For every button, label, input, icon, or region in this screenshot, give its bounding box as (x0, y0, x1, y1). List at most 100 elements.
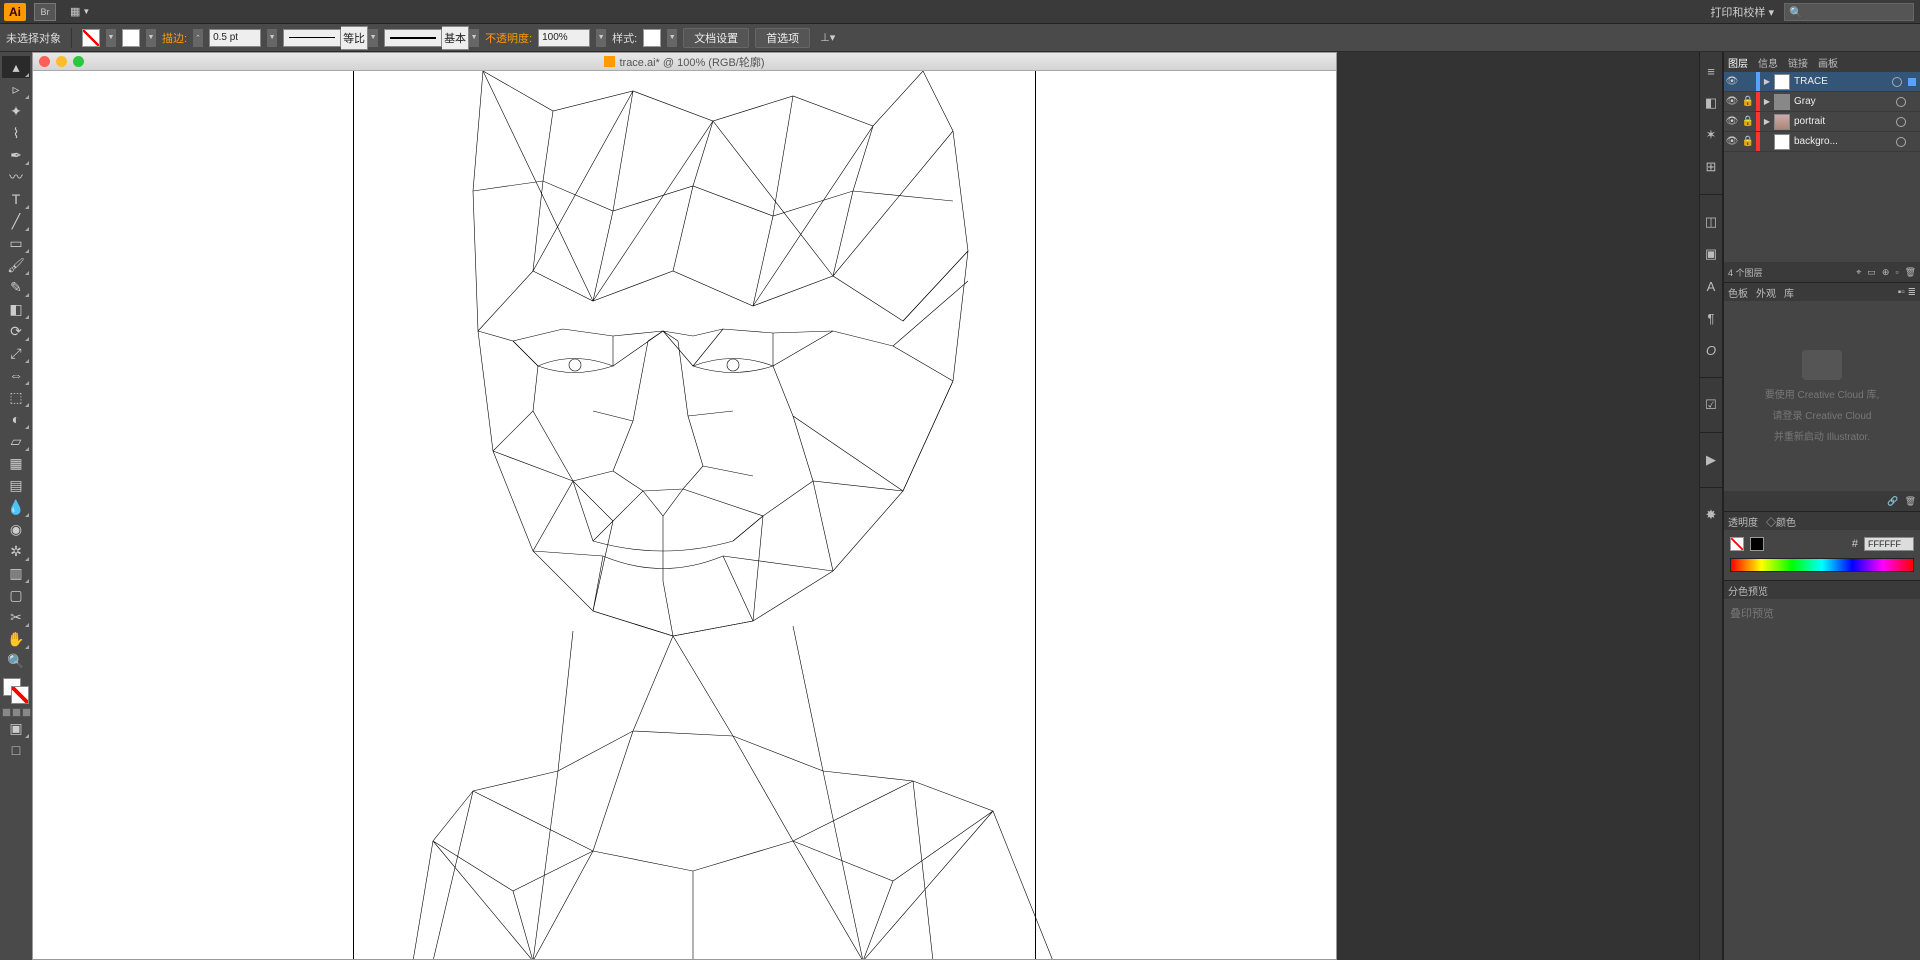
symbol-sprayer-tool[interactable]: ✲ (2, 540, 30, 562)
free-transform-tool[interactable]: ⬚ (2, 386, 30, 408)
panel-icon-check[interactable]: ☑ (1702, 396, 1720, 414)
stroke-swatch-dropdown[interactable]: ▼ (146, 29, 156, 47)
gradient-tool[interactable]: ▤ (2, 474, 30, 496)
swatch-panel-tabs[interactable]: 色板 外观 库 ▪▫ ≣ (1724, 283, 1920, 301)
type-tool[interactable]: T (2, 188, 30, 210)
tab-transparency[interactable]: 透明度 (1728, 514, 1758, 529)
rotate-tool[interactable]: ⟳ (2, 320, 30, 342)
lock-toggle[interactable]: 🔒 (1740, 116, 1756, 127)
layer-row-gray[interactable]: 👁 🔒 ▶ Gray (1724, 92, 1920, 112)
fill-swatch[interactable] (82, 29, 100, 47)
panel-icon-play[interactable]: ▶ (1702, 451, 1720, 469)
change-screen-mode[interactable]: □ (2, 739, 30, 761)
zoom-tool[interactable]: 🔍 (2, 650, 30, 672)
scale-tool[interactable]: ⤢ (2, 342, 30, 364)
paragraph-panel-icon[interactable]: ¶ (1702, 309, 1720, 327)
lib-link-icon[interactable]: 🔗 (1887, 496, 1898, 507)
stroke-weight-input[interactable]: 0.5 pt (209, 29, 261, 47)
target-icon[interactable] (1896, 97, 1906, 107)
fill-dropdown[interactable]: ▼ (106, 29, 116, 47)
panel-icon-5[interactable]: ◫ (1702, 213, 1720, 231)
bridge-icon[interactable]: Br (34, 3, 56, 21)
panel-icon-3[interactable]: ✶ (1702, 126, 1720, 144)
artboard-tool[interactable]: ▢ (2, 584, 30, 606)
tab-color[interactable]: ◇颜色 (1766, 514, 1796, 529)
lasso-tool[interactable]: ⌇ (2, 122, 30, 144)
preferences-button[interactable]: 首选项 (755, 28, 810, 48)
disclosure-icon[interactable]: ▶ (1760, 97, 1774, 106)
type-panel-icon[interactable]: A (1702, 277, 1720, 295)
magic-wand-tool[interactable]: ✦ (2, 100, 30, 122)
new-sublayer-icon[interactable]: ⊕ (1882, 267, 1890, 278)
workspace-switcher[interactable]: 打印和校样 ▾ (1706, 2, 1778, 22)
stroke-profile[interactable] (283, 29, 341, 47)
disclosure-icon[interactable]: ▶ (1760, 77, 1774, 86)
line-tool[interactable]: ╱ (2, 210, 30, 232)
direct-selection-tool[interactable]: ▹ (2, 78, 30, 100)
hex-input[interactable]: FFFFFF (1864, 537, 1914, 551)
opacity-input[interactable]: 100% (538, 29, 590, 47)
brush-dropdown[interactable]: ▼ (469, 29, 479, 47)
panel-icon-2[interactable]: ◧ (1702, 94, 1720, 112)
pencil-tool[interactable]: ✎ (2, 276, 30, 298)
color-spectrum[interactable] (1730, 558, 1914, 572)
layer-row-background[interactable]: 👁 🔒 backgro... (1724, 132, 1920, 152)
panel-icon-4[interactable]: ⊞ (1702, 158, 1720, 176)
stroke-weight-dropdown[interactable]: ▼ (267, 29, 277, 47)
stroke-weight-down[interactable]: ⌃ (193, 29, 203, 47)
tab-swatches[interactable]: 色板 (1728, 285, 1748, 300)
color-fill-swatch[interactable] (1730, 537, 1744, 551)
window-close-button[interactable] (39, 56, 50, 67)
selection-tool[interactable]: ▴ (2, 56, 30, 78)
paintbrush-tool[interactable]: 🖌 (2, 254, 30, 276)
view-icons[interactable]: ▪▫ ≣ (1898, 287, 1916, 298)
search-input[interactable] (1807, 7, 1909, 18)
locate-layer-icon[interactable]: ⌖ (1856, 267, 1861, 278)
graphic-style-swatch[interactable] (643, 29, 661, 47)
perspective-tool[interactable]: ▱ (2, 430, 30, 452)
eyedropper-tool[interactable]: 💧 (2, 496, 30, 518)
document-setup-button[interactable]: 文档设置 (683, 28, 749, 48)
target-icon[interactable] (1896, 137, 1906, 147)
stroke-profile-dropdown[interactable]: ▼ (368, 29, 378, 47)
screen-mode[interactable]: ▣ (2, 717, 30, 739)
tab-appearance[interactable]: 外观 (1756, 285, 1776, 300)
window-minimize-button[interactable] (56, 56, 67, 67)
visibility-toggle[interactable]: 👁 (1724, 76, 1740, 87)
delete-layer-icon[interactable]: 🗑 (1905, 267, 1916, 278)
stroke-swatch[interactable] (122, 29, 140, 47)
panel-icon-gear[interactable]: ✸ (1702, 506, 1720, 524)
stroke-label[interactable]: 描边: (162, 30, 187, 46)
layer-row-portrait[interactable]: 👁 🔒 ▶ portrait (1724, 112, 1920, 132)
graphic-style-dropdown[interactable]: ▼ (667, 29, 677, 47)
curve-tool[interactable]: 〰 (2, 166, 30, 188)
shape-builder-tool[interactable]: ◐ (2, 408, 30, 430)
tab-layers[interactable]: 图层 (1728, 55, 1748, 70)
target-icon[interactable] (1896, 117, 1906, 127)
mesh-tool[interactable]: ▦ (2, 452, 30, 474)
arrange-docs-menu[interactable]: ▦▼ (64, 3, 96, 20)
layers-list[interactable]: 👁 ▶ TRACE 👁 🔒 ▶ Gray 👁 🔒 ▶ portrait (1724, 72, 1920, 152)
search-box[interactable]: 🔍 (1784, 3, 1914, 21)
brush-def[interactable] (384, 29, 442, 47)
slice-tool[interactable]: ✂ (2, 606, 30, 628)
opentype-panel-icon[interactable]: O (1702, 341, 1720, 359)
width-tool[interactable]: ⇔ (2, 364, 30, 386)
canvas[interactable] (33, 71, 1336, 959)
sep-preview-tabs[interactable]: 分色预览 (1724, 581, 1920, 599)
document-titlebar[interactable]: trace.ai* @ 100% (RGB/轮廓) (33, 53, 1336, 71)
tab-sep-preview[interactable]: 分色预览 (1728, 583, 1768, 598)
target-icon[interactable] (1892, 77, 1902, 87)
disclosure-icon[interactable]: ▶ (1760, 117, 1774, 126)
layer-row-trace[interactable]: 👁 ▶ TRACE (1724, 72, 1920, 92)
opacity-dropdown[interactable]: ▼ (596, 29, 606, 47)
opacity-label[interactable]: 不透明度: (485, 30, 532, 46)
visibility-toggle[interactable]: 👁 (1724, 136, 1740, 147)
color-stroke-swatch[interactable] (1750, 537, 1764, 551)
eraser-tool[interactable]: ◧ (2, 298, 30, 320)
pen-tool[interactable]: ✒ (2, 144, 30, 166)
tab-artboards[interactable]: 画板 (1818, 55, 1838, 70)
visibility-toggle[interactable]: 👁 (1724, 96, 1740, 107)
fill-stroke-control[interactable] (3, 678, 29, 704)
tab-info[interactable]: 信息 (1758, 55, 1778, 70)
